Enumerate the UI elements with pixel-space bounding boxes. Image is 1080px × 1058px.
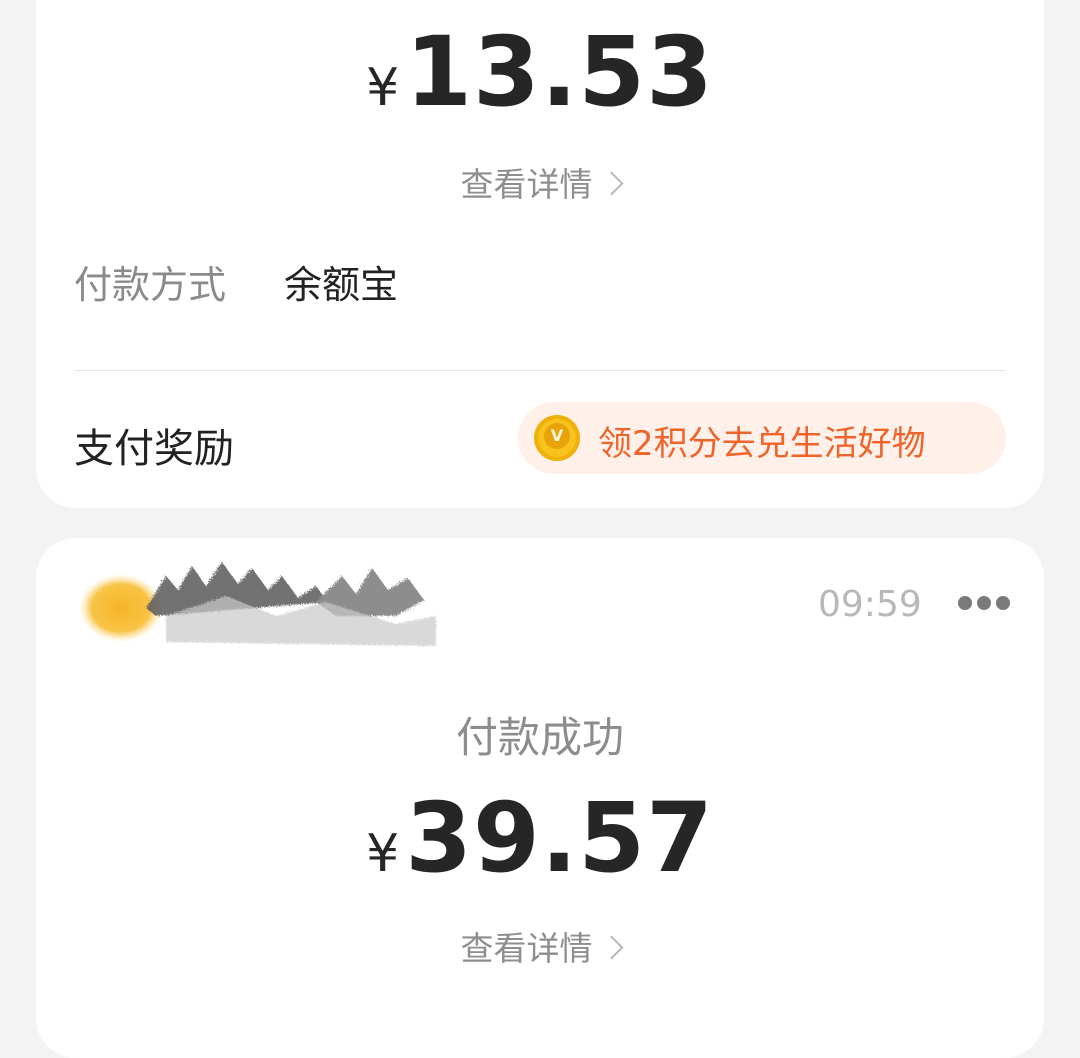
amount-value: 39.57 (405, 782, 714, 894)
chevron-right-icon (598, 935, 624, 960)
currency-symbol: ¥ (366, 824, 400, 884)
transaction-time: 09:59 (818, 584, 922, 625)
merchant-logo (36, 546, 456, 676)
more-icon[interactable] (958, 596, 1010, 612)
view-details-label: 查看详情 (460, 929, 593, 968)
payment-status: 付款成功 (455, 713, 624, 762)
view-details-label: 查看详情 (460, 165, 593, 204)
transaction-card-2: 09:59 付款成功 ¥39.57 查看详情 (36, 538, 1044, 1058)
payment-reward-label: 支付奖励 (74, 426, 234, 472)
view-details-link[interactable]: 查看详情 (36, 158, 1044, 206)
coin-icon: V (534, 415, 580, 461)
divider (74, 370, 1006, 371)
amount-display: ¥39.57 (36, 782, 1044, 894)
reward-text: 领2积分去兑生活好物 (598, 424, 926, 464)
reward-button[interactable]: V 领2积分去兑生活好物 (518, 402, 1006, 474)
amount-value: 13.53 (405, 16, 714, 128)
payment-method-value: 余额宝 (284, 263, 399, 307)
transaction-card-1: ¥13.53 查看详情 付款方式 余额宝 支付奖励 V 领2积分去兑生活好物 (36, 0, 1044, 508)
chevron-right-icon (598, 171, 624, 196)
currency-symbol: ¥ (366, 58, 400, 118)
amount-display: ¥13.53 (36, 16, 1044, 128)
view-details-link[interactable]: 查看详情 (36, 922, 1044, 970)
payment-method-label: 付款方式 (74, 263, 227, 307)
